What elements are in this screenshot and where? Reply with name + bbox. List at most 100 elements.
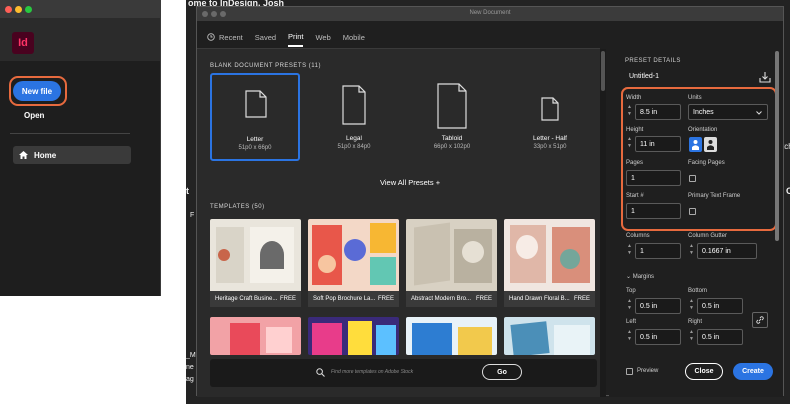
start-titlebar [0,0,160,18]
preset-name: Letter - Half [533,135,567,142]
margin-bottom-stepper-icon[interactable]: ▲ ▼ [688,298,695,314]
background-fragment: C [786,186,790,196]
document-name-field[interactable]: Untitled-1 [629,73,659,80]
preset-size: 51p0 x 66p0 [238,145,272,151]
tab-label: Print [288,31,304,41]
template-thumbnail [210,219,301,291]
template-card[interactable] [406,317,497,355]
background-fragment: F [190,212,195,219]
start-header: Id [0,18,160,61]
preset-details-title: PRESET DETAILS [625,58,681,64]
chevron-down-icon: ⌄ [626,274,632,280]
template-caption: Heritage Craft Busine... FREE [210,291,301,307]
template-card[interactable]: Soft Pop Brochure La... FREE [308,219,399,307]
preview-label: Preview [637,368,659,374]
minimize-window-icon[interactable] [15,6,22,13]
margins-section[interactable]: ⌄ Margins [626,273,654,280]
document-icon [245,90,267,118]
tab-label: Web [315,32,331,42]
free-badge: FREE [573,296,590,302]
create-button[interactable]: Create [733,363,773,380]
stock-search-bar: Find more templates on Adobe Stock Go [210,359,597,387]
margin-left-stepper-icon[interactable]: ▲ ▼ [626,329,633,345]
preset-legal[interactable]: Legal 51p0 x 84p0 [309,73,399,161]
home-icon [19,151,28,159]
close-window-icon[interactable] [5,6,12,13]
gutter-stepper-icon[interactable]: ▲ ▼ [688,243,695,259]
tab-label: Saved [254,32,277,42]
template-name: Hand Drawn Floral B... [509,296,570,302]
template-card[interactable] [308,317,399,355]
columns-stepper-icon[interactable]: ▲ ▼ [626,243,633,259]
search-input[interactable]: Find more templates on Adobe Stock [331,369,413,375]
template-thumbnail [308,219,399,291]
margin-left-label: Left [626,319,637,325]
background-fragment: ne [186,364,194,371]
margin-bottom-label: Bottom [688,288,708,294]
start-window: Id New file Open Home [0,0,161,296]
tab-saved[interactable]: Saved [255,27,276,47]
clock-icon [207,33,215,41]
zoom-window-icon[interactable] [25,6,32,13]
preview-checkbox[interactable] [626,368,633,375]
document-icon [541,97,559,121]
tab-label: Recent [219,32,243,42]
link-margins-button[interactable] [752,312,768,328]
open-link[interactable]: Open [24,111,44,120]
template-caption: Soft Pop Brochure La... FREE [308,291,399,307]
margin-right-field[interactable]: 0.5 in [697,329,743,345]
template-name: Abstract Modern Bro... [411,296,472,302]
preset-size: 33p0 x 51p0 [533,144,567,150]
template-card[interactable] [504,317,595,355]
close-button[interactable]: Close [685,363,723,380]
presets-scrollbar[interactable] [600,49,606,397]
section-count: (11) [308,63,321,69]
margin-bottom-field[interactable]: 0.5 in [697,298,743,314]
view-all-presets-link[interactable]: View All Presets + [380,178,440,187]
template-card[interactable]: Hand Drawn Floral B... FREE [504,219,595,307]
presets-pane: BLANK DOCUMENT PRESETS (11) Letter 51p0 … [197,49,600,397]
chain-link-icon [756,316,764,324]
screenshot-stage: ome to InDesign, Josh t tch C F _M ne ag… [0,0,790,404]
tab-print[interactable]: Print [288,27,304,47]
new-file-button[interactable]: New file [13,81,61,101]
margin-top-stepper-icon[interactable]: ▲ ▼ [626,298,633,314]
settings-highlight [621,87,777,231]
preset-tabloid[interactable]: Tabloid 66p0 x 102p0 [407,73,497,161]
sidebar-item-home[interactable]: Home [13,146,131,164]
preset-name: Legal [346,135,362,142]
preset-letter[interactable]: Letter 51p0 x 66p0 [210,73,300,161]
background-fragment: ag [186,376,194,383]
free-badge: FREE [279,296,296,302]
sidebar-item-label: Home [34,150,57,160]
save-preset-icon[interactable] [759,71,771,83]
tab-label: Mobile [342,32,365,42]
scrollbar-thumb[interactable] [775,51,779,241]
columns-field[interactable]: 1 [635,243,681,259]
details-scrollbar[interactable] [775,51,780,351]
free-badge: FREE [475,296,492,302]
divider [10,133,130,134]
margin-top-field[interactable]: 0.5 in [635,298,681,314]
go-button[interactable]: Go [482,364,522,380]
document-icon [342,85,366,125]
tab-recent[interactable]: Recent [207,27,243,47]
template-caption: Hand Drawn Floral B... FREE [504,291,595,307]
template-card[interactable]: Abstract Modern Bro... FREE [406,219,497,307]
template-card[interactable] [210,317,301,355]
column-gutter-field[interactable]: 0.1667 in [697,243,757,259]
tab-mobile[interactable]: Mobile [343,27,365,47]
tab-bar: Recent Saved Print Web Mobile [207,27,365,47]
margin-left-field[interactable]: 0.5 in [635,329,681,345]
margin-right-stepper-icon[interactable]: ▲ ▼ [688,329,695,345]
preset-letter-half[interactable]: Letter - Half 33p0 x 51p0 [505,73,595,161]
indesign-logo: Id [12,32,34,54]
dialog-title: New Document [469,10,511,16]
section-title: TEMPLATES [210,204,250,210]
margin-right-label: Right [688,319,703,325]
preset-name: Letter [246,136,264,143]
tab-web[interactable]: Web [315,27,330,47]
scrollbar-thumb[interactable] [601,51,605,91]
template-card[interactable]: Heritage Craft Busine... FREE [210,219,301,307]
preset-size: 66p0 x 102p0 [433,144,471,150]
